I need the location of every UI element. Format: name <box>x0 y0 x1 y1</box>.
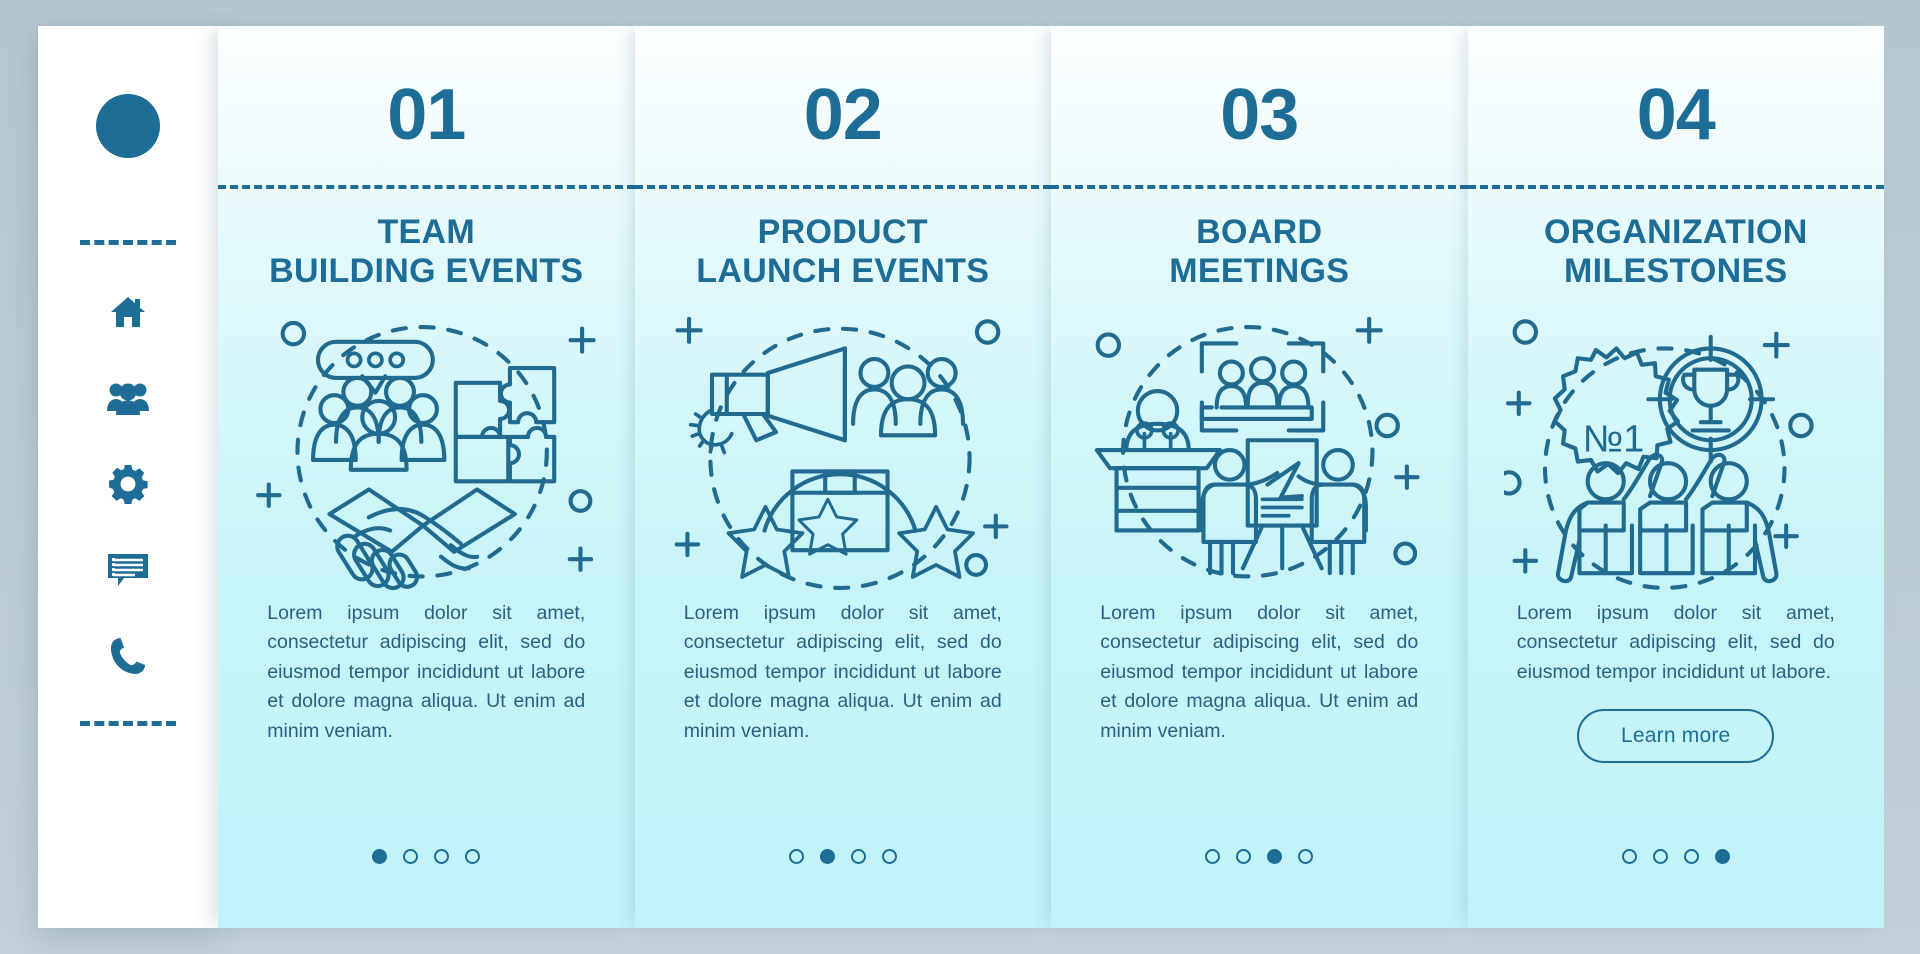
card-title: TEAM BUILDING EVENTS <box>269 213 584 290</box>
card-body-text: Lorem ipsum dolor sit amet, consectetur … <box>683 601 1002 743</box>
pagination-dot[interactable] <box>403 849 419 864</box>
card-title: ORGANIZATION MILESTONES <box>1543 213 1808 290</box>
gear-icon <box>108 464 148 504</box>
product-launch-illustration <box>671 301 1016 591</box>
card-divider <box>1051 185 1468 189</box>
pagination-dot[interactable] <box>1652 849 1668 864</box>
pagination-dot[interactable] <box>850 849 866 864</box>
pagination-dot[interactable] <box>788 849 804 864</box>
pagination-dot[interactable] <box>1298 849 1314 864</box>
card-body-text: Lorem ipsum dolor sit amet, consectetur … <box>1516 601 1835 683</box>
pagination-dot[interactable] <box>1236 849 1252 864</box>
pagination-dots <box>1051 849 1468 864</box>
sidebar-item-team[interactable] <box>107 377 149 419</box>
sidebar-item-messages[interactable] <box>107 549 149 591</box>
team-building-illustration <box>254 301 599 591</box>
card-number: 01 <box>387 75 466 155</box>
pagination-dot[interactable] <box>372 849 388 864</box>
sidebar-divider-bottom <box>80 721 176 726</box>
onboarding-card-4: 04 ORGANIZATION MILESTONES №1 Lorem ipsu… <box>1467 26 1885 928</box>
users-icon <box>107 381 149 415</box>
pagination-dot[interactable] <box>1267 849 1283 864</box>
card-divider <box>1467 185 1884 189</box>
card-divider <box>634 185 1051 189</box>
sidebar-divider-top <box>80 240 176 245</box>
onboarding-card-1: 01 TEAM BUILDING EVENTS Lorem ipsum dolo… <box>218 26 635 928</box>
sidebar <box>38 26 218 928</box>
sidebar-item-home[interactable] <box>107 291 149 333</box>
circle-logo-icon <box>96 94 160 158</box>
pagination-dots <box>218 849 635 864</box>
card-number: 02 <box>803 75 883 155</box>
pagination-dots <box>1468 849 1885 864</box>
pagination-dot[interactable] <box>1621 849 1637 864</box>
card-divider <box>218 185 635 189</box>
board-meeting-illustration <box>1087 301 1432 591</box>
pagination-dot[interactable] <box>881 849 897 864</box>
sidebar-icon-list <box>107 291 149 677</box>
onboarding-screens: 01 TEAM BUILDING EVENTS Lorem ipsum dolo… <box>0 0 1920 954</box>
onboarding-card-2: 02 PRODUCT LAUNCH EVENTS Lorem ipsum dol… <box>634 26 1052 928</box>
sidebar-item-contact[interactable] <box>107 635 149 677</box>
learn-more-button[interactable]: Learn more <box>1577 709 1775 764</box>
badge-label: №1 <box>1582 417 1643 459</box>
pagination-dot[interactable] <box>1205 849 1221 864</box>
messages-icon <box>107 552 149 588</box>
card-title: BOARD MEETINGS <box>1169 213 1350 290</box>
phone-icon <box>109 636 147 676</box>
onboarding-card-3: 03 BOARD MEETINGS Lorem ipsum dolor sit … <box>1051 26 1468 928</box>
card-title: PRODUCT LAUNCH EVENTS <box>696 213 990 290</box>
card-number: 04 <box>1636 75 1716 155</box>
sidebar-item-settings[interactable] <box>107 463 149 505</box>
pagination-dot[interactable] <box>434 849 450 864</box>
pagination-dot[interactable] <box>465 849 481 864</box>
card-number: 03 <box>1220 75 1299 155</box>
card-list: 01 TEAM BUILDING EVENTS Lorem ipsum dolo… <box>218 26 1884 928</box>
pagination-dot[interactable] <box>1683 849 1699 864</box>
pagination-dot[interactable] <box>1714 849 1730 864</box>
home-icon <box>108 292 148 332</box>
card-body-text: Lorem ipsum dolor sit amet, consectetur … <box>1100 601 1419 743</box>
pagination-dots <box>635 849 1052 864</box>
card-body-text: Lorem ipsum dolor sit amet, consectetur … <box>267 601 586 743</box>
pagination-dot[interactable] <box>819 849 835 864</box>
milestones-illustration: №1 <box>1503 301 1849 591</box>
